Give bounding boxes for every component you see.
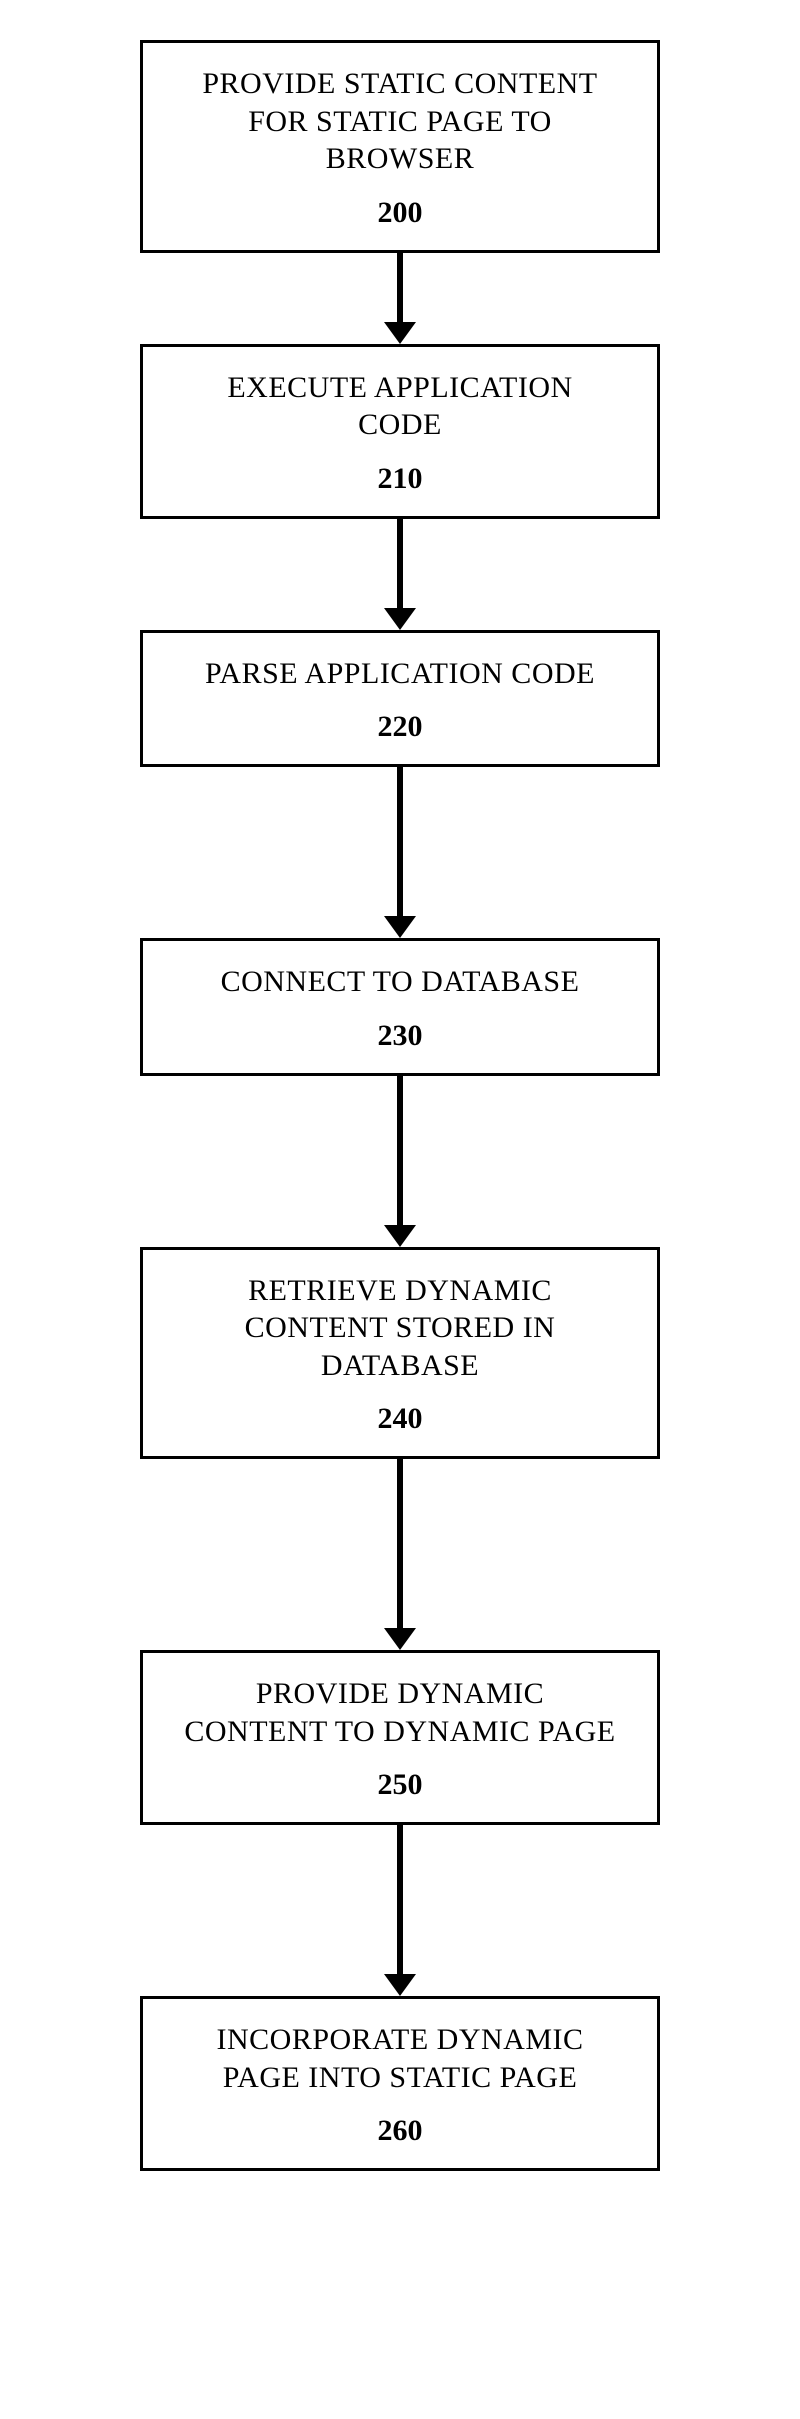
flow-step-200: PROVIDE STATIC CONTENT FOR STATIC PAGE T… bbox=[140, 40, 660, 253]
arrow-head-icon bbox=[384, 916, 416, 938]
flow-step-text: RETRIEVE DYNAMIC CONTENT STORED IN DATAB… bbox=[183, 1272, 617, 1385]
arrow-head-icon bbox=[384, 1225, 416, 1247]
flow-step-250: PROVIDE DYNAMIC CONTENT TO DYNAMIC PAGE … bbox=[140, 1650, 660, 1825]
flow-step-number: 200 bbox=[183, 198, 617, 228]
flow-step-number: 220 bbox=[183, 712, 617, 742]
arrow-head-icon bbox=[384, 1974, 416, 1996]
flow-step-text: CONNECT TO DATABASE bbox=[183, 963, 617, 1001]
flow-step-number: 230 bbox=[183, 1021, 617, 1051]
arrow-head-icon bbox=[384, 1628, 416, 1650]
flow-step-220: PARSE APPLICATION CODE 220 bbox=[140, 630, 660, 768]
flow-arrow bbox=[384, 1825, 416, 1996]
arrow-head-icon bbox=[384, 322, 416, 344]
flow-arrow bbox=[384, 1459, 416, 1650]
flow-step-260: INCORPORATE DYNAMIC PAGE INTO STATIC PAG… bbox=[140, 1996, 660, 2171]
flow-arrow bbox=[384, 519, 416, 630]
flow-arrow bbox=[384, 1076, 416, 1247]
flow-step-text: PROVIDE DYNAMIC CONTENT TO DYNAMIC PAGE bbox=[183, 1675, 617, 1750]
flow-step-text: PARSE APPLICATION CODE bbox=[183, 655, 617, 693]
flow-step-number: 260 bbox=[183, 2116, 617, 2146]
flowchart: PROVIDE STATIC CONTENT FOR STATIC PAGE T… bbox=[60, 40, 740, 2171]
arrow-line bbox=[397, 519, 403, 609]
flow-step-number: 240 bbox=[183, 1404, 617, 1434]
flow-arrow bbox=[384, 767, 416, 938]
arrow-line bbox=[397, 767, 403, 917]
flow-step-text: INCORPORATE DYNAMIC PAGE INTO STATIC PAG… bbox=[183, 2021, 617, 2096]
arrow-line bbox=[397, 1825, 403, 1975]
flow-arrow bbox=[384, 253, 416, 344]
arrow-line bbox=[397, 1076, 403, 1226]
flow-step-number: 250 bbox=[183, 1770, 617, 1800]
flow-step-210: EXECUTE APPLICATION CODE 210 bbox=[140, 344, 660, 519]
flow-step-230: CONNECT TO DATABASE 230 bbox=[140, 938, 660, 1076]
flow-step-number: 210 bbox=[183, 464, 617, 494]
arrow-head-icon bbox=[384, 608, 416, 630]
flow-step-text: PROVIDE STATIC CONTENT FOR STATIC PAGE T… bbox=[183, 65, 617, 178]
flow-step-text: EXECUTE APPLICATION CODE bbox=[183, 369, 617, 444]
arrow-line bbox=[397, 1459, 403, 1629]
flow-step-240: RETRIEVE DYNAMIC CONTENT STORED IN DATAB… bbox=[140, 1247, 660, 1460]
arrow-line bbox=[397, 253, 403, 323]
